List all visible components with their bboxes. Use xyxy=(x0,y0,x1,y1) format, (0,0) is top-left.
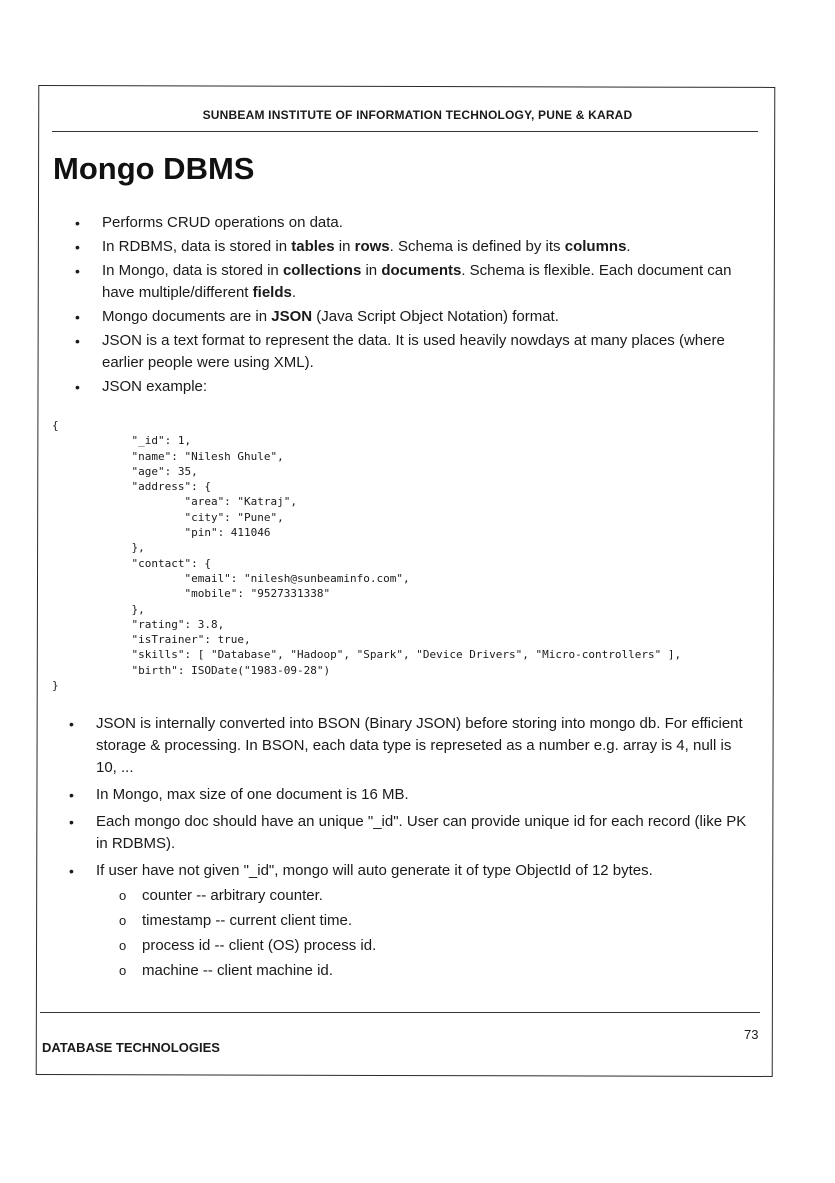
bullet-text: . Schema is defined by its xyxy=(389,238,565,255)
list-item: • JSON is a text format to represent the … xyxy=(58,330,748,374)
bullet-text: Performs CRUD operations on data. xyxy=(102,214,343,231)
bullet-text: In Mongo, data is stored in xyxy=(102,262,283,279)
list-item: • Mongo documents are in JSON (Java Scrip… xyxy=(58,306,748,328)
bullet-text: (Java Script Object Notation) format. xyxy=(312,308,559,325)
list-item: • Each mongo doc should have an unique "_… xyxy=(52,811,752,855)
bullet-text: In Mongo, max size of one document is 16… xyxy=(96,786,409,803)
sub-item-text: timestamp -- current client time. xyxy=(142,912,353,929)
page-number: 73 xyxy=(744,1027,759,1042)
json-example-code: { "_id": 1, "name": "Nilesh Ghule", "age… xyxy=(52,419,682,693)
bullet-icon: • xyxy=(75,263,80,279)
bullet-text: In RDBMS, data is stored in xyxy=(102,238,292,255)
sub-list-item: o timestamp -- current client time. xyxy=(96,910,752,932)
sub-list-item: o machine -- client machine id. xyxy=(96,960,752,982)
bullet-icon: • xyxy=(69,814,74,830)
list-item: • In Mongo, data is stored in collections… xyxy=(58,260,748,304)
sub-list-item: o counter -- arbitrary counter. xyxy=(96,885,752,907)
bullet-text: Each mongo doc should have an unique "_i… xyxy=(96,813,747,852)
bullet-text: in xyxy=(361,262,382,279)
bold-term: tables xyxy=(291,238,335,255)
bullet-text: JSON example: xyxy=(102,378,208,395)
bullet-icon: • xyxy=(69,787,74,803)
list-item: • In Mongo, max size of one document is 1… xyxy=(52,784,752,806)
sub-item-text: process id -- client (OS) process id. xyxy=(142,937,377,954)
footer-divider xyxy=(40,1012,760,1013)
sub-list-item: o process id -- client (OS) process id. xyxy=(96,935,752,957)
list-item: • Performs CRUD operations on data. xyxy=(58,212,748,234)
list-item: • If user have not given "_id", mongo wil… xyxy=(52,860,752,982)
circle-bullet-icon: o xyxy=(119,963,127,978)
list-item: • In RDBMS, data is stored in tables in r… xyxy=(58,236,748,258)
list-item: • JSON example: xyxy=(58,376,748,398)
bullet-text: . xyxy=(291,284,297,301)
bullet-icon: • xyxy=(75,239,80,255)
sub-item-text: machine -- client machine id. xyxy=(142,962,333,979)
circle-bullet-icon: o xyxy=(119,938,127,953)
circle-bullet-icon: o xyxy=(119,888,127,903)
objectid-parts-list: o counter -- arbitrary counter. o timestam… xyxy=(96,885,752,982)
bold-term: rows xyxy=(354,238,390,255)
bold-term: JSON xyxy=(271,308,313,325)
page-title: Mongo DBMS xyxy=(53,151,255,186)
sub-item-text: counter -- arbitrary counter. xyxy=(142,887,323,904)
bullet-text: . xyxy=(626,238,631,255)
bullet-icon: • xyxy=(75,215,80,231)
bullet-icon: • xyxy=(69,863,74,879)
bold-term: fields xyxy=(252,284,292,301)
circle-bullet-icon: o xyxy=(119,913,127,928)
bullet-icon: • xyxy=(75,379,80,395)
bold-term: collections xyxy=(282,262,362,279)
bullet-text: Mongo documents are in xyxy=(102,308,272,325)
intro-bullet-list: • Performs CRUD operations on data. • In RD… xyxy=(58,212,748,400)
header-divider xyxy=(52,131,758,132)
institute-header: SUNBEAM INSTITUTE OF INFORMATION TECHNOL… xyxy=(202,108,633,122)
bullet-icon: • xyxy=(75,309,80,325)
bullet-text: If user have not given "_id", mongo will… xyxy=(96,862,653,879)
bold-term: columns xyxy=(564,238,627,255)
bullet-icon: • xyxy=(69,716,74,732)
course-footer: DATABASE TECHNOLOGIES xyxy=(42,1040,220,1055)
bullet-text: in xyxy=(334,238,355,255)
bullet-text: JSON is internally converted into BSON (… xyxy=(96,715,743,776)
bullet-text: JSON is a text format to represent the d… xyxy=(102,332,725,371)
bson-bullet-list: • JSON is internally converted into BSON … xyxy=(52,713,752,987)
bullet-icon: • xyxy=(75,333,80,349)
bold-term: documents xyxy=(381,262,462,279)
list-item: • JSON is internally converted into BSON … xyxy=(52,713,752,779)
